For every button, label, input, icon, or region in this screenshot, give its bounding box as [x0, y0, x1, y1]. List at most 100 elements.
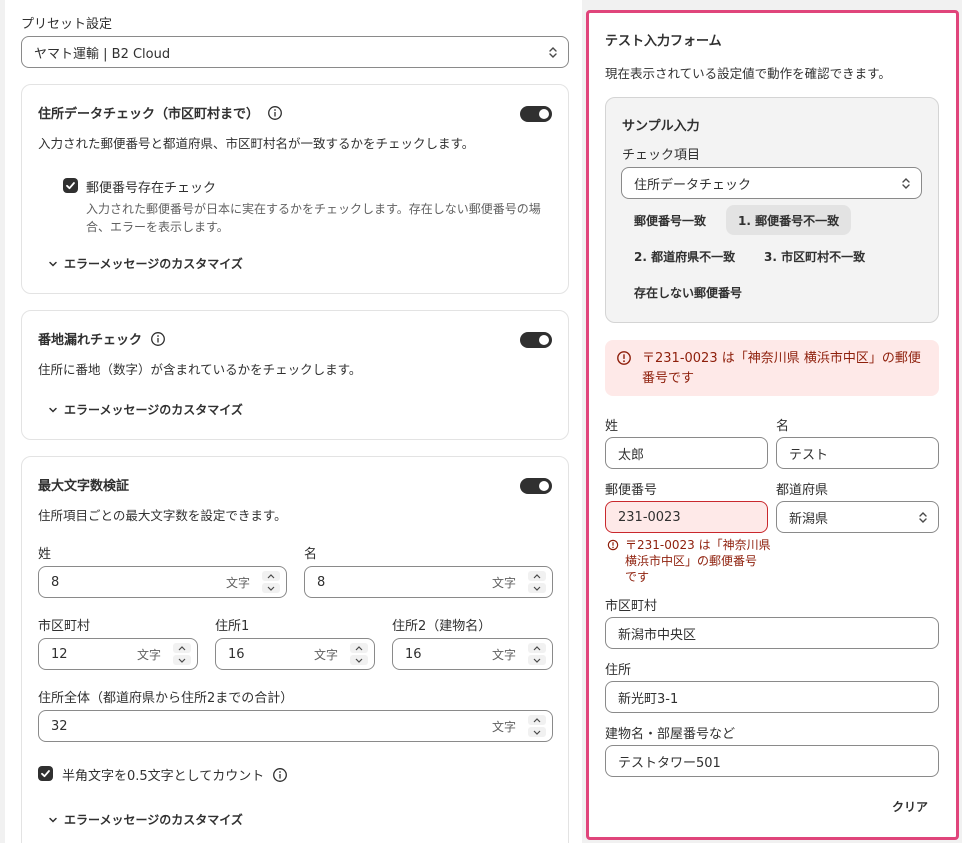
sample-chip-postal-match[interactable]: 郵便番号一致 — [622, 205, 718, 235]
sample-input-title: サンプル入力 — [622, 119, 700, 134]
info-icon[interactable] — [272, 767, 288, 783]
street-check-customize-toggle[interactable]: エラーメッセージのカスタマイズ — [48, 401, 243, 418]
max-length-customize-toggle[interactable]: エラーメッセージのカスタマイズ — [48, 811, 243, 828]
error-banner: 〒231-0023 は「神奈川県 横浜市中区」の郵便 番号です — [605, 340, 939, 396]
max-length-customize-label: エラーメッセージのカスタマイズ — [64, 813, 243, 827]
street-check-title-row: 番地漏れチェック — [38, 329, 166, 348]
unit-label: 文字 — [225, 575, 250, 590]
stepper-down-icon[interactable] — [528, 655, 546, 665]
select-chevron-icon — [919, 512, 927, 523]
postal-exists-help-line1: 入力された郵便番号が日本に実在するかをチェックします。存在しない郵便番号の場 — [86, 202, 541, 216]
max-length-title: 最大文字数検証 — [38, 479, 130, 494]
total-limit-label: 住所全体（都道府県から住所2までの合計） — [38, 691, 294, 706]
stepper-up-icon[interactable] — [350, 643, 368, 653]
street-check-title: 番地漏れチェック — [38, 333, 143, 348]
test-last-name-label: 姓 — [605, 419, 619, 434]
test-city-input[interactable]: 新潟市中央区 — [605, 617, 939, 649]
check-item-select[interactable]: 住所データチェック — [621, 167, 922, 199]
address-check-card: 住所データチェック（市区町村まで） 入力された郵便番号と都道府県、市区町村名が一… — [21, 84, 569, 294]
city-limit-input[interactable]: 12 文字 — [38, 638, 198, 670]
sample-chip-postal-mismatch[interactable]: 1. 郵便番号不一致 — [726, 205, 852, 235]
stepper-up-icon[interactable] — [528, 643, 546, 653]
stepper-down-icon[interactable] — [350, 655, 368, 665]
postal-error-line1: 〒231-0023 は「神奈川県 — [625, 538, 771, 552]
last-name-limit-input[interactable]: 8 文字 — [38, 566, 287, 598]
info-icon[interactable] — [267, 105, 283, 121]
error-banner-text: 〒231-0023 は「神奈川県 横浜市中区」の郵便 番号です — [642, 349, 921, 389]
stepper-down-icon[interactable] — [528, 727, 546, 737]
chevron-down-icon — [49, 407, 57, 413]
test-building-label: 建物名・部屋番号など — [605, 727, 736, 742]
preset-label: プリセット設定 — [21, 17, 113, 32]
street-check-description: 住所に番地（数字）が含まれているかをチェックします。 — [38, 362, 362, 377]
postal-error-line2: 横浜市中区」の郵便番号 — [625, 554, 758, 568]
check-item-value: 住所データチェック — [634, 177, 752, 193]
sample-chip-nonexistent-postal[interactable]: 存在しない郵便番号 — [622, 277, 754, 307]
stepper-down-icon[interactable] — [262, 583, 280, 593]
check-icon — [41, 770, 50, 778]
last-name-limit-label: 姓 — [38, 547, 52, 562]
preset-select[interactable]: ヤマト運輸 | B2 Cloud — [21, 36, 569, 68]
halfwidth-label: 半角文字を0.5文字としてカウント — [62, 769, 265, 784]
postal-exists-label: 郵便番号存在チェック — [86, 181, 217, 196]
number-stepper[interactable] — [528, 643, 546, 665]
sample-chip-city-mismatch[interactable]: 3. 市区町村不一致 — [752, 241, 877, 271]
address1-limit-input[interactable]: 16 文字 — [215, 638, 375, 670]
info-icon[interactable] — [150, 331, 166, 347]
address-check-description: 入力された郵便番号と都道府県、市区町村名が一致するかをチェックします。 — [38, 136, 475, 151]
address-check-toggle[interactable] — [520, 106, 552, 122]
test-first-name-label: 名 — [776, 419, 790, 434]
postal-exists-help: 入力された郵便番号が日本に実在するかをチェックします。存在しない郵便番号の場 合… — [86, 200, 556, 236]
number-stepper[interactable] — [528, 715, 546, 737]
street-check-toggle[interactable] — [520, 332, 552, 348]
postal-error-text: 〒231-0023 は「神奈川県 横浜市中区」の郵便番号 です — [625, 537, 775, 585]
number-stepper[interactable] — [528, 571, 546, 593]
test-last-name-input[interactable]: 太郎 — [605, 437, 768, 469]
unit-label: 文字 — [313, 647, 338, 662]
max-length-toggle[interactable] — [520, 478, 552, 494]
chevron-down-icon — [49, 261, 57, 267]
test-postal-input[interactable]: 231-0023 — [605, 501, 768, 533]
number-stepper[interactable] — [350, 643, 368, 665]
last-name-limit-value: 8 — [51, 574, 60, 590]
max-length-description: 住所項目ごとの最大文字数を設定できます。 — [38, 508, 287, 523]
postal-exists-checkbox[interactable] — [63, 178, 78, 193]
stepper-up-icon[interactable] — [528, 571, 546, 581]
test-postal-label: 郵便番号 — [605, 483, 658, 498]
total-limit-input[interactable]: 32 文字 — [38, 710, 553, 742]
halfwidth-checkbox[interactable] — [38, 766, 53, 781]
address-check-customize-label: エラーメッセージのカスタマイズ — [64, 257, 243, 271]
chevron-down-icon — [49, 817, 57, 823]
address-check-customize-toggle[interactable]: エラーメッセージのカスタマイズ — [48, 255, 243, 272]
stepper-down-icon[interactable] — [173, 655, 191, 665]
unit-label: 文字 — [491, 647, 516, 662]
test-first-name-input[interactable]: テスト — [776, 437, 939, 469]
alert-circle-icon — [607, 539, 619, 551]
sample-input-card: サンプル入力 チェック項目 住所データチェック 郵便番号一致 1. 郵便番号不一… — [605, 97, 939, 323]
stepper-up-icon[interactable] — [528, 715, 546, 725]
unit-label: 文字 — [136, 647, 161, 662]
address1-limit-label: 住所1 — [215, 619, 250, 634]
number-stepper[interactable] — [262, 571, 280, 593]
test-form-panel: テスト入力フォーム 現在表示されている設定値で動作を確認できます。 サンプル入力… — [586, 10, 959, 840]
test-address-label: 住所 — [605, 663, 632, 678]
address2-limit-input[interactable]: 16 文字 — [392, 638, 553, 670]
clear-button[interactable]: クリア — [892, 798, 928, 815]
preset-select-value: ヤマト運輸 | B2 Cloud — [34, 46, 171, 62]
test-address-input[interactable]: 新光町3-1 — [605, 681, 939, 713]
stepper-up-icon[interactable] — [262, 571, 280, 581]
total-limit-value: 32 — [51, 718, 68, 734]
address-check-title: 住所データチェック（市区町村まで） — [38, 107, 260, 122]
address-check-title-row: 住所データチェック（市区町村まで） — [38, 103, 283, 122]
street-check-customize-label: エラーメッセージのカスタマイズ — [64, 403, 243, 417]
stepper-down-icon[interactable] — [528, 583, 546, 593]
postal-exists-help-line2: 合、エラーを表示します。 — [86, 220, 229, 234]
stepper-up-icon[interactable] — [173, 643, 191, 653]
test-building-input[interactable]: テストタワー501 — [605, 745, 939, 777]
test-prefecture-select[interactable]: 新潟県 — [776, 501, 939, 533]
first-name-limit-input[interactable]: 8 文字 — [304, 566, 553, 598]
city-limit-label: 市区町村 — [38, 619, 91, 634]
number-stepper[interactable] — [173, 643, 191, 665]
test-form-description: 現在表示されている設定値で動作を確認できます。 — [605, 66, 891, 81]
sample-chip-prefecture-mismatch[interactable]: 2. 都道府県不一致 — [622, 241, 747, 271]
